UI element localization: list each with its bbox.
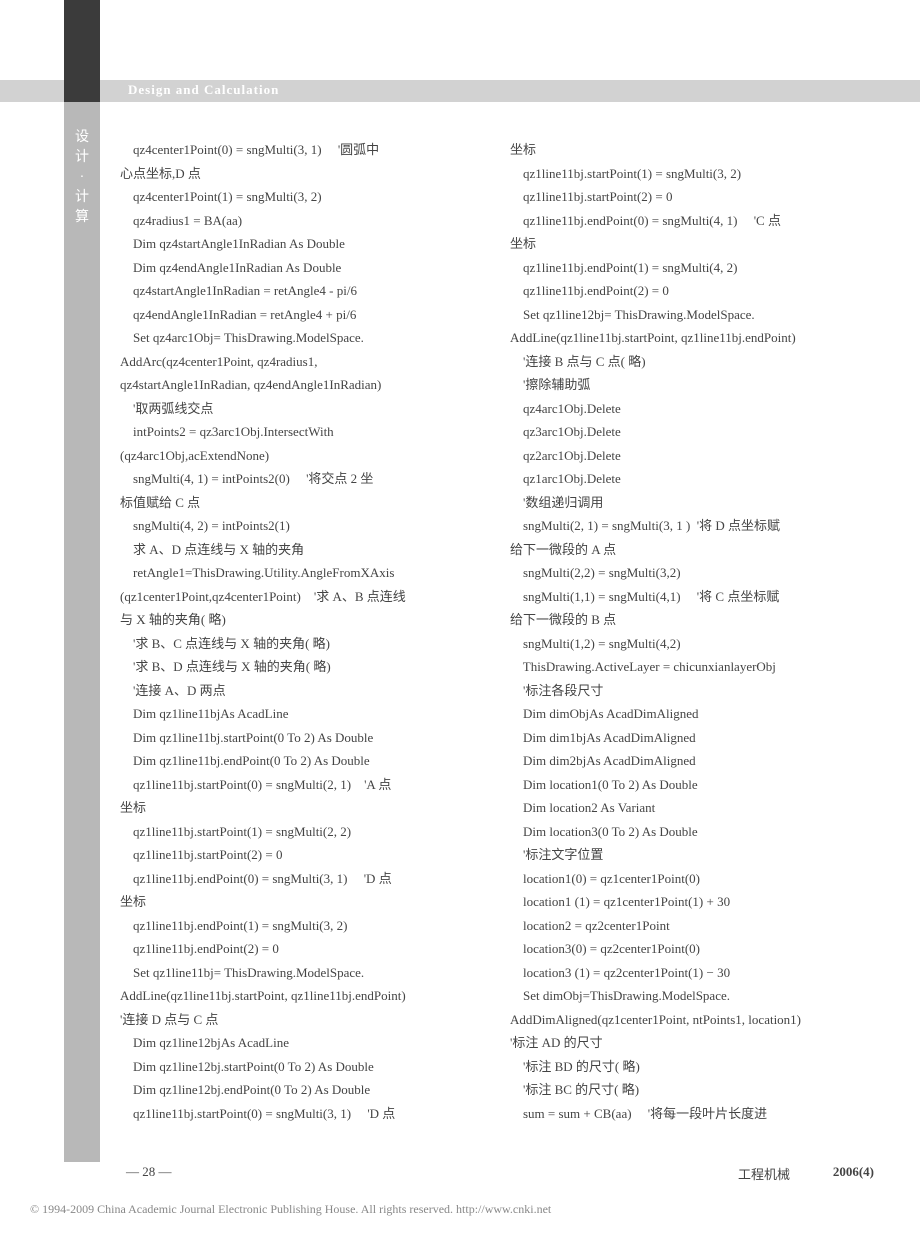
vlabel-char: 计 (74, 188, 90, 208)
copyright-text: © 1994-2009 China Academic Journal Elect… (30, 1202, 551, 1217)
journal-name: 工程机械 (738, 1164, 790, 1183)
vlabel-char: 设 (74, 128, 90, 148)
vlabel-char: 计 (74, 148, 90, 168)
page-number: — 28 — (126, 1164, 172, 1180)
vlabel-char: 算 (74, 208, 90, 228)
left-black-block (64, 0, 100, 102)
vlabel-char: · (74, 168, 90, 188)
left-grey-strip (64, 102, 100, 1162)
left-column: qz4center1Point(0) = sngMulti(3, 1) '圆弧中… (120, 138, 490, 1125)
issue-number: 2006(4) (833, 1164, 874, 1180)
vertical-label: 设 计 · 计 算 (74, 128, 90, 228)
header-title: Design and Calculation (128, 82, 279, 98)
right-column: 坐标 qz1line11bj.startPoint(1) = sngMulti(… (510, 138, 880, 1125)
content-area: qz4center1Point(0) = sngMulti(3, 1) '圆弧中… (120, 138, 880, 1125)
